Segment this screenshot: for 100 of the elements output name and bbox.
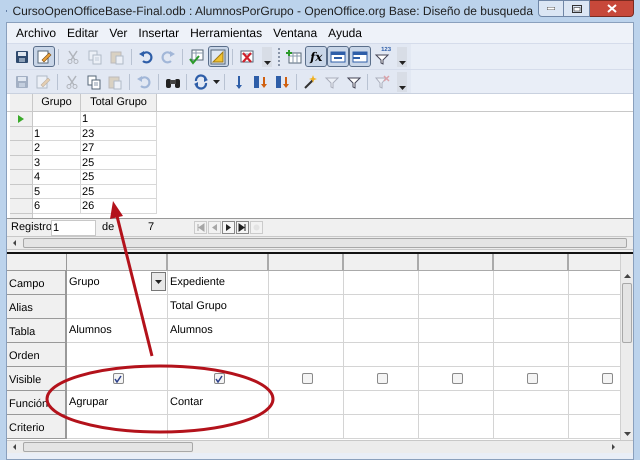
grid-cell[interactable] bbox=[494, 319, 569, 343]
column-header[interactable]: Total Grupo bbox=[81, 94, 157, 111]
clipboard-icon bbox=[107, 74, 124, 90]
checkbox[interactable] bbox=[214, 373, 224, 384]
maximize-button[interactable] bbox=[564, 0, 590, 17]
horizontal-scrollbar[interactable] bbox=[7, 236, 633, 250]
column-header[interactable]: Grupo bbox=[33, 94, 81, 111]
menu-item[interactable]: Ventana bbox=[268, 23, 322, 43]
grid-cell[interactable] bbox=[344, 271, 419, 295]
row-indicator[interactable] bbox=[10, 170, 33, 184]
grid-cell[interactable] bbox=[419, 271, 494, 295]
grid-cell[interactable] bbox=[67, 367, 168, 391]
menu-item[interactable]: Ver bbox=[104, 23, 132, 43]
toolbar-button[interactable] bbox=[327, 46, 350, 67]
grid-cell[interactable] bbox=[269, 367, 344, 391]
row-indicator[interactable] bbox=[10, 126, 33, 141]
window-icon bbox=[330, 48, 346, 64]
grid-cell[interactable] bbox=[67, 343, 168, 367]
toolbar-overflow-button[interactable] bbox=[262, 46, 272, 66]
toolbar-overflow-button[interactable] bbox=[397, 72, 407, 92]
checkbox[interactable] bbox=[302, 373, 312, 384]
scrollbar-thumb[interactable] bbox=[23, 238, 627, 248]
row-label: Campo bbox=[7, 271, 67, 295]
table-with-x-icon bbox=[239, 48, 256, 64]
menu-item[interactable]: Archivo bbox=[11, 23, 62, 43]
row-indicator[interactable] bbox=[10, 112, 33, 126]
grid-cell[interactable] bbox=[494, 295, 569, 319]
record-number-field[interactable]: 1 bbox=[51, 220, 96, 236]
grid-cell[interactable]: Alumnos bbox=[67, 319, 168, 343]
toolbar-overflow-button[interactable] bbox=[397, 46, 407, 66]
table-cell: 6 bbox=[33, 199, 81, 214]
grid-cell[interactable] bbox=[344, 367, 419, 391]
grid-cell[interactable]: Total Grupo bbox=[168, 295, 269, 319]
grid-cell[interactable] bbox=[344, 391, 419, 415]
grid-cell[interactable]: Expediente bbox=[168, 271, 269, 295]
vertical-scrollbar[interactable] bbox=[620, 254, 633, 440]
grid-cell[interactable] bbox=[269, 415, 344, 439]
row-label: Criterio bbox=[7, 415, 67, 439]
grid-cell[interactable]: Agrupar bbox=[67, 391, 168, 415]
record-last-button[interactable] bbox=[236, 221, 249, 234]
grid-cell[interactable] bbox=[494, 415, 569, 439]
minimize-button[interactable] bbox=[538, 0, 564, 17]
grid-cell[interactable] bbox=[419, 391, 494, 415]
menu-item[interactable]: Editar bbox=[62, 23, 104, 43]
row-label: Tabla bbox=[7, 319, 67, 343]
grid-cell[interactable] bbox=[67, 415, 168, 439]
checkbox[interactable] bbox=[112, 373, 124, 384]
grid-cell[interactable] bbox=[344, 319, 419, 343]
grid-cell[interactable] bbox=[269, 343, 344, 367]
checkbox[interactable] bbox=[526, 373, 538, 384]
grid-cell[interactable] bbox=[419, 343, 494, 367]
grid-cell[interactable] bbox=[269, 319, 344, 343]
grid-cell[interactable] bbox=[494, 343, 569, 367]
copy-icon bbox=[86, 74, 102, 90]
grid-cell[interactable]: Alumnos bbox=[168, 319, 269, 343]
scroll-up-icon[interactable] bbox=[622, 272, 632, 280]
toolbar-button[interactable] bbox=[349, 46, 372, 67]
scroll-down-icon[interactable] bbox=[622, 430, 632, 438]
column-header[interactable] bbox=[67, 254, 168, 271]
record-of-label: de bbox=[101, 220, 116, 236]
grid-cell[interactable] bbox=[168, 367, 269, 391]
grid-cell[interactable] bbox=[269, 271, 344, 295]
grid-cell[interactable] bbox=[494, 367, 569, 391]
menu-item[interactable]: Herramientas bbox=[185, 23, 268, 43]
record-next-button[interactable] bbox=[222, 221, 235, 234]
pencil-on-page-icon bbox=[36, 48, 52, 64]
grid-cell[interactable] bbox=[419, 319, 494, 343]
table-cell: 25 bbox=[81, 170, 157, 184]
menu-item[interactable]: Insertar bbox=[133, 23, 184, 43]
grid-cell[interactable] bbox=[269, 295, 344, 319]
grid-cell[interactable]: Contar bbox=[168, 391, 269, 415]
checkbox[interactable] bbox=[452, 373, 462, 384]
grid-cell[interactable] bbox=[67, 295, 168, 319]
grid-cell[interactable] bbox=[494, 271, 569, 295]
grid-cell[interactable] bbox=[344, 415, 419, 439]
grid-cell[interactable] bbox=[344, 343, 419, 367]
checkbox[interactable] bbox=[602, 373, 612, 384]
grid-cell[interactable] bbox=[344, 295, 419, 319]
grid-cell[interactable] bbox=[269, 391, 344, 415]
circular-arrows-icon bbox=[193, 74, 210, 90]
redo-icon bbox=[160, 48, 176, 64]
toolbar-button[interactable]: fx bbox=[305, 46, 328, 67]
grid-cell[interactable] bbox=[419, 415, 494, 439]
grid-cell[interactable] bbox=[419, 295, 494, 319]
toolbar-button[interactable] bbox=[32, 46, 55, 67]
checkbox[interactable] bbox=[376, 373, 388, 384]
menu-item[interactable]: Ayuda bbox=[323, 23, 367, 43]
row-indicator[interactable] bbox=[10, 199, 33, 214]
dropdown-button[interactable] bbox=[151, 272, 166, 291]
scrollbar-thumb[interactable] bbox=[23, 442, 193, 452]
horizontal-scrollbar[interactable] bbox=[7, 440, 633, 453]
grid-cell[interactable]: Grupo bbox=[67, 271, 168, 295]
grid-cell[interactable] bbox=[494, 391, 569, 415]
grid-cell[interactable] bbox=[419, 367, 494, 391]
row-indicator[interactable] bbox=[10, 156, 33, 170]
grid-cell[interactable] bbox=[168, 415, 269, 439]
close-button[interactable] bbox=[590, 0, 634, 17]
scrollbar-thumb[interactable] bbox=[622, 283, 632, 343]
row-indicator[interactable] bbox=[10, 184, 33, 199]
row-indicator[interactable] bbox=[10, 141, 33, 156]
